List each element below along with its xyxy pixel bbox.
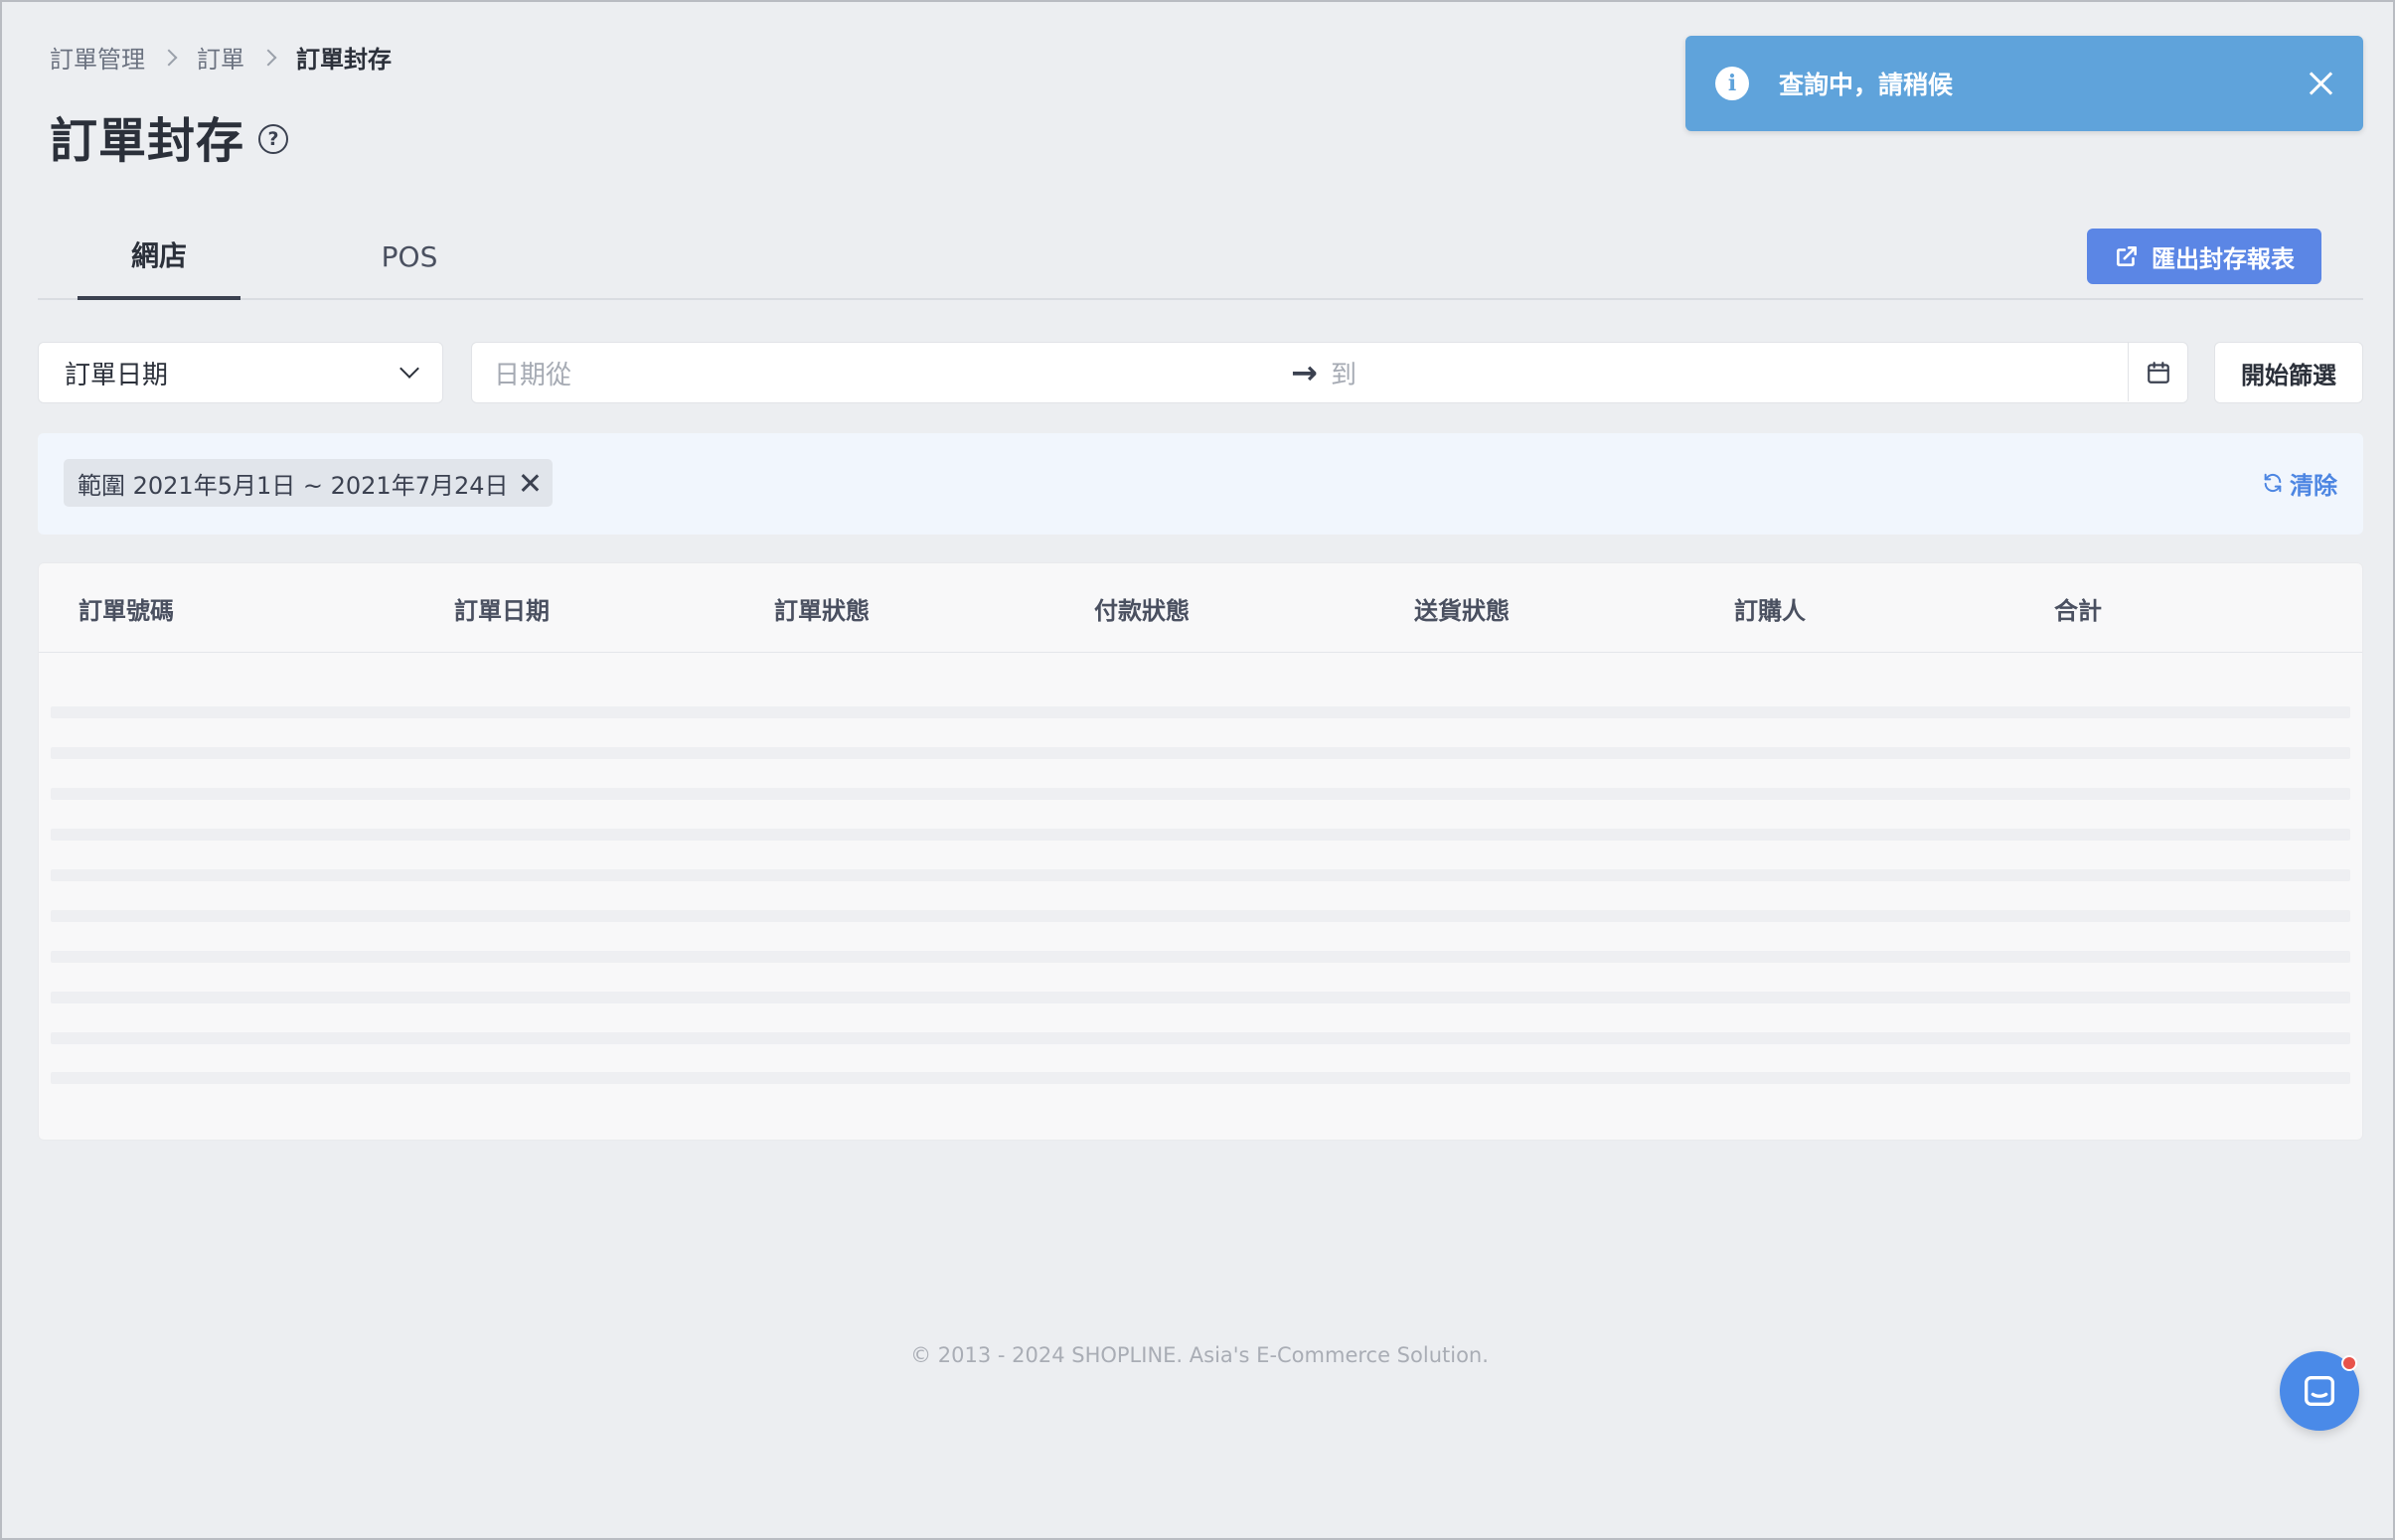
- footer-copyright: © 2013 - 2024 SHOPLINE. Asia's E-Commerc…: [910, 1343, 1489, 1367]
- chat-launcher-button[interactable]: [2280, 1351, 2359, 1431]
- column-header-total[interactable]: 合計: [2054, 563, 2102, 653]
- column-header-customer[interactable]: 訂購人: [1734, 563, 1806, 653]
- page-header: 訂單封存 ?: [50, 101, 289, 171]
- close-icon[interactable]: [2308, 71, 2333, 96]
- skeleton-row: [51, 992, 2350, 1003]
- remove-filter-icon[interactable]: [521, 474, 539, 492]
- arrow-right-icon: →: [1291, 354, 1318, 391]
- breadcrumb-item-order-management[interactable]: 訂單管理: [50, 40, 145, 75]
- chevron-right-icon: [160, 49, 178, 66]
- table-header: 訂單號碼 訂單日期 訂單狀態 付款狀態 送貨狀態 訂購人 合計: [39, 563, 2362, 653]
- filter-chip-label: 範圍 2021年5月1日 ~ 2021年7月24日: [78, 471, 509, 500]
- column-header-order-status[interactable]: 訂單狀態: [774, 563, 870, 653]
- column-header-payment-status[interactable]: 付款狀態: [1094, 563, 1190, 653]
- clear-label: 清除: [2290, 471, 2337, 500]
- skeleton-row: [51, 1032, 2350, 1044]
- skeleton-row: [51, 951, 2350, 963]
- page-title: 訂單封存: [50, 113, 245, 169]
- skeleton-row: [51, 747, 2350, 759]
- toast-message: 查詢中，請稍候: [1779, 71, 1954, 99]
- chevron-down-icon: [399, 359, 419, 379]
- page: 訂單管理 訂單 訂單封存 訂單封存 ? i 查詢中，請稍候 網店 POS 匯出封…: [0, 0, 2395, 1540]
- skeleton-row: [51, 1072, 2350, 1084]
- skeleton-row: [51, 788, 2350, 800]
- skeleton-row: [51, 706, 2350, 718]
- skeleton-row: [51, 829, 2350, 841]
- info-icon: i: [1715, 67, 1749, 100]
- loading-toast: i 查詢中，請稍候: [1685, 36, 2363, 131]
- breadcrumb: 訂單管理 訂單 訂單封存: [50, 40, 392, 75]
- skeleton-row: [51, 910, 2350, 922]
- filter-chip-date-range: 範圍 2021年5月1日 ~ 2021年7月24日: [64, 459, 553, 507]
- calendar-button[interactable]: [2128, 343, 2187, 401]
- date-from-input[interactable]: 日期從: [494, 343, 571, 402]
- export-button-label: 匯出封存報表: [2152, 245, 2295, 273]
- external-link-icon: [2117, 246, 2137, 266]
- date-type-select[interactable]: 訂單日期: [38, 342, 443, 403]
- calendar-icon: [2147, 361, 2169, 384]
- apply-filter-button[interactable]: 開始篩選: [2214, 342, 2363, 403]
- notification-dot: [2341, 1355, 2357, 1371]
- channel-tabs: 網店 POS: [38, 213, 2363, 300]
- tab-pos[interactable]: POS: [328, 213, 491, 300]
- clear-filters-link[interactable]: 清除: [2262, 459, 2337, 507]
- export-archive-report-button[interactable]: 匯出封存報表: [2087, 229, 2321, 284]
- question-circle-icon[interactable]: ?: [258, 124, 289, 154]
- active-filters-bar: 範圍 2021年5月1日 ~ 2021年7月24日 清除: [38, 433, 2363, 535]
- tab-web-store[interactable]: 網店: [78, 213, 240, 300]
- column-header-order-date[interactable]: 訂單日期: [454, 563, 550, 653]
- chevron-right-icon: [259, 49, 277, 66]
- orders-table: 訂單號碼 訂單日期 訂單狀態 付款狀態 送貨狀態 訂購人 合計: [38, 562, 2363, 1141]
- date-type-value: 訂單日期: [65, 360, 169, 390]
- refresh-icon: [2264, 473, 2282, 493]
- breadcrumb-item-orders[interactable]: 訂單: [197, 40, 244, 75]
- column-header-delivery-status[interactable]: 送貨狀態: [1414, 563, 1510, 653]
- date-to-input[interactable]: 到: [1331, 343, 1357, 402]
- skeleton-row: [51, 869, 2350, 881]
- column-header-order-number[interactable]: 訂單號碼: [79, 563, 174, 653]
- chat-icon: [2305, 1376, 2334, 1406]
- date-range-picker: 日期從 → 到: [471, 342, 2188, 403]
- breadcrumb-item-current: 訂單封存: [296, 46, 392, 74]
